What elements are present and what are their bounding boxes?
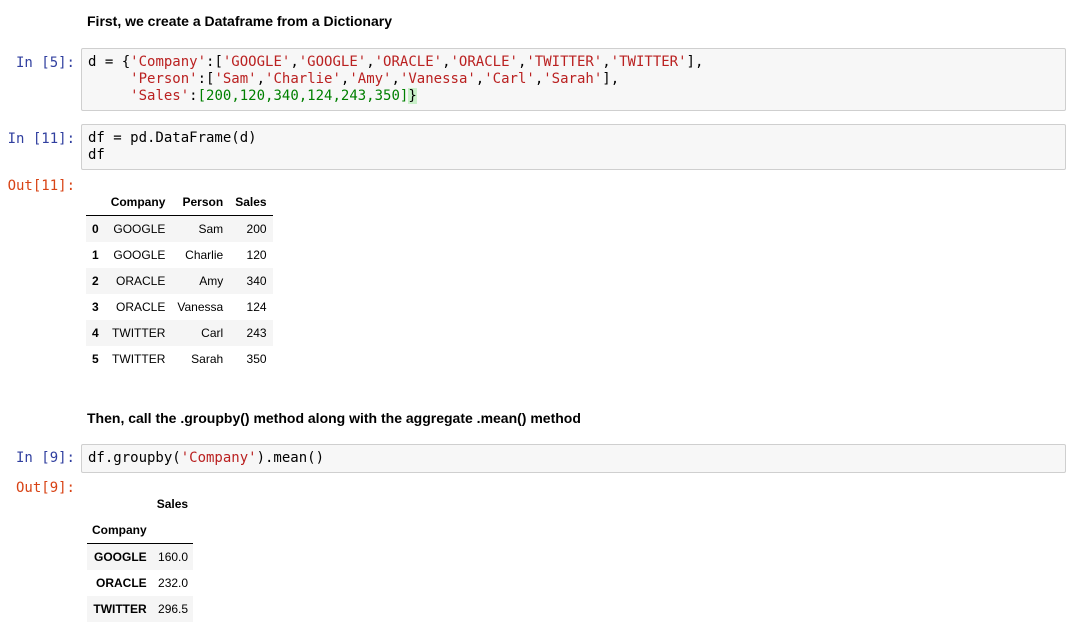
markdown-cell-groupby: Then, call the .groupby() method along w… xyxy=(87,410,581,426)
index-name-spacer xyxy=(151,517,194,544)
code-token: , xyxy=(256,71,266,87)
code-cell-9[interactable]: df.groupby('Company').mean() xyxy=(81,444,1066,473)
code-token: df.groupby( xyxy=(88,450,181,466)
cell-person: Carl xyxy=(201,326,224,340)
row-index: 2 xyxy=(92,274,99,288)
cell-sales: 296.5 xyxy=(158,602,189,616)
code-string-token: 'Company' xyxy=(130,54,207,70)
input-prompt-11: In [11]: xyxy=(7,131,75,147)
code-string-token: 'GOOGLE' xyxy=(222,54,291,70)
cell-sales: 340 xyxy=(246,274,267,288)
code-bracket-token: } xyxy=(408,88,417,104)
code-string-token: 'Person' xyxy=(130,71,198,87)
cell-sales: 232.0 xyxy=(158,576,189,590)
code-token: ], xyxy=(602,71,620,87)
code-string-token: 'Sales' xyxy=(130,88,190,104)
code-token: , xyxy=(534,71,544,87)
code-string-token: 'Sam' xyxy=(214,71,257,87)
cell-company: ORACLE xyxy=(116,300,166,314)
code-number-token: [200,120,340,124,243,350] xyxy=(197,88,409,104)
cell-sales: 124 xyxy=(246,300,267,314)
row-index: 3 xyxy=(92,300,99,314)
code-string-token: 'Sarah' xyxy=(543,71,603,87)
dataframe-table: Company Person Sales 0 GOOGLE Sam 200 1 … xyxy=(86,189,273,372)
code-token: , xyxy=(475,71,485,87)
index-header xyxy=(87,491,152,517)
table-row: 2 ORACLE Amy 340 xyxy=(86,268,273,294)
cell-company: TWITTER xyxy=(112,352,166,366)
index-name-header: Company xyxy=(87,517,152,544)
cell-company: GOOGLE xyxy=(113,248,166,262)
code-string-token: 'ORACLE' xyxy=(374,54,443,70)
table-row: GOOGLE 160.0 xyxy=(87,543,194,570)
column-header-sales: Sales xyxy=(229,189,273,216)
table-row: 4 TWITTER Carl 243 xyxy=(86,320,273,346)
code-token: :[ xyxy=(197,71,215,87)
code-token: :[ xyxy=(206,54,223,70)
row-index: 5 xyxy=(92,352,99,366)
column-header-person: Person xyxy=(171,189,230,216)
code-cell-11[interactable]: df = pd.DataFrame(d) df xyxy=(81,124,1066,170)
output-prompt-9: Out[9]: xyxy=(15,480,75,496)
table-row: 5 TWITTER Sarah 350 xyxy=(86,346,273,372)
cell-person: Charlie xyxy=(185,248,224,262)
cell-person: Amy xyxy=(199,274,224,288)
code-string-token: 'TWITTER' xyxy=(526,54,603,70)
code-token: : xyxy=(189,88,198,104)
index-header xyxy=(86,189,105,216)
column-header-sales: Sales xyxy=(156,497,189,511)
table-row: 0 GOOGLE Sam 200 xyxy=(86,215,273,242)
cell-person: Sarah xyxy=(191,352,224,366)
row-index: ORACLE xyxy=(96,576,147,590)
code-token: , xyxy=(602,54,611,70)
code-string-token: 'Charlie' xyxy=(265,71,341,87)
row-index: TWITTER xyxy=(93,602,147,616)
code-token: d = { xyxy=(88,54,131,70)
code-string-token: 'GOOGLE' xyxy=(298,54,367,70)
column-header-company: Company xyxy=(104,189,172,216)
code-string-token: 'TWITTER' xyxy=(610,54,687,70)
input-prompt-9: In [9]: xyxy=(15,450,75,466)
code-token: ], xyxy=(686,54,704,70)
cell-person: Vanessa xyxy=(177,300,224,314)
cell-sales: 350 xyxy=(246,352,267,366)
row-index: 1 xyxy=(92,248,99,262)
code-string-token: 'Amy' xyxy=(349,71,392,87)
output-prompt-11: Out[11]: xyxy=(7,178,75,194)
code-string-token: 'Carl' xyxy=(484,71,535,87)
cell-sales: 243 xyxy=(246,326,267,340)
row-index: 0 xyxy=(92,222,99,236)
table-row: TWITTER 296.5 xyxy=(87,596,194,622)
cell-company: TWITTER xyxy=(112,326,166,340)
cell-sales: 120 xyxy=(246,248,267,262)
code-token: , xyxy=(442,54,451,70)
table-row: 1 GOOGLE Charlie 120 xyxy=(86,242,273,268)
cell-sales: 160.0 xyxy=(158,550,189,564)
cell-person: Sam xyxy=(198,222,224,236)
input-prompt-5: In [5]: xyxy=(15,55,75,71)
code-string-token: 'Company' xyxy=(180,450,257,466)
code-token: , xyxy=(290,54,299,70)
markdown-cell-intro: First, we create a Dataframe from a Dict… xyxy=(87,13,393,29)
cell-company: ORACLE xyxy=(116,274,166,288)
code-token: , xyxy=(391,71,400,87)
cell-sales: 200 xyxy=(246,222,267,236)
code-token: ).mean() xyxy=(256,450,325,466)
cell-company: GOOGLE xyxy=(113,222,166,236)
code-string-token: 'Vanessa' xyxy=(399,71,476,87)
row-index: GOOGLE xyxy=(94,550,147,564)
row-index: 4 xyxy=(92,326,99,340)
code-token: , xyxy=(366,54,375,70)
table-row: ORACLE 232.0 xyxy=(87,570,194,596)
groupby-table: Sales Company GOOGLE 160.0 ORACLE 232.0 … xyxy=(87,491,194,622)
code-cell-5[interactable]: d = {'Company':['GOOGLE','GOOGLE','ORACL… xyxy=(81,48,1066,111)
table-row: 3 ORACLE Vanessa 124 xyxy=(86,294,273,320)
code-string-token: 'ORACLE' xyxy=(450,54,518,70)
